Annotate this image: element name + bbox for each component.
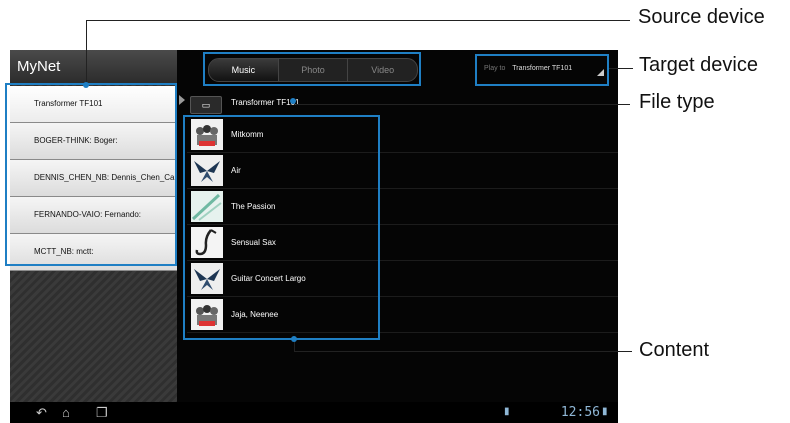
folder-icon: ▭ — [201, 100, 211, 110]
recent-apps-icon[interactable]: ❐ — [96, 405, 108, 420]
source-device-dot — [83, 82, 89, 88]
content-dot — [291, 336, 297, 342]
folder-up-button[interactable]: ▭ — [190, 96, 222, 114]
home-icon[interactable]: ⌂ — [62, 405, 70, 420]
file-type-highlight — [203, 52, 421, 86]
target-device-highlight — [475, 54, 609, 86]
content-highlight — [183, 115, 380, 340]
source-device-leader-vertical — [86, 20, 87, 85]
back-icon[interactable]: ↶ — [36, 405, 47, 420]
system-nav-bar: ↶ ⌂ ❐ ▮ 12:56 ▮ — [10, 402, 618, 423]
selected-arrow-icon — [179, 95, 185, 105]
source-device-label: Source device — [638, 6, 765, 28]
battery-icon: ▮ — [602, 406, 608, 417]
file-type-leader — [296, 104, 630, 105]
sidebar-header: MyNet — [10, 50, 177, 84]
file-type-label: File type — [639, 91, 715, 113]
app-title: MyNet — [17, 58, 61, 75]
content-label: Content — [639, 339, 710, 361]
content-leader — [294, 351, 632, 352]
notification-icon[interactable]: ▮ — [504, 406, 510, 417]
source-device-leader — [86, 20, 630, 21]
target-device-leader — [609, 68, 633, 69]
clock: 12:56 — [560, 405, 600, 420]
target-device-label: Target device — [639, 54, 758, 76]
file-type-dot — [290, 98, 296, 104]
source-device-highlight — [5, 83, 177, 266]
